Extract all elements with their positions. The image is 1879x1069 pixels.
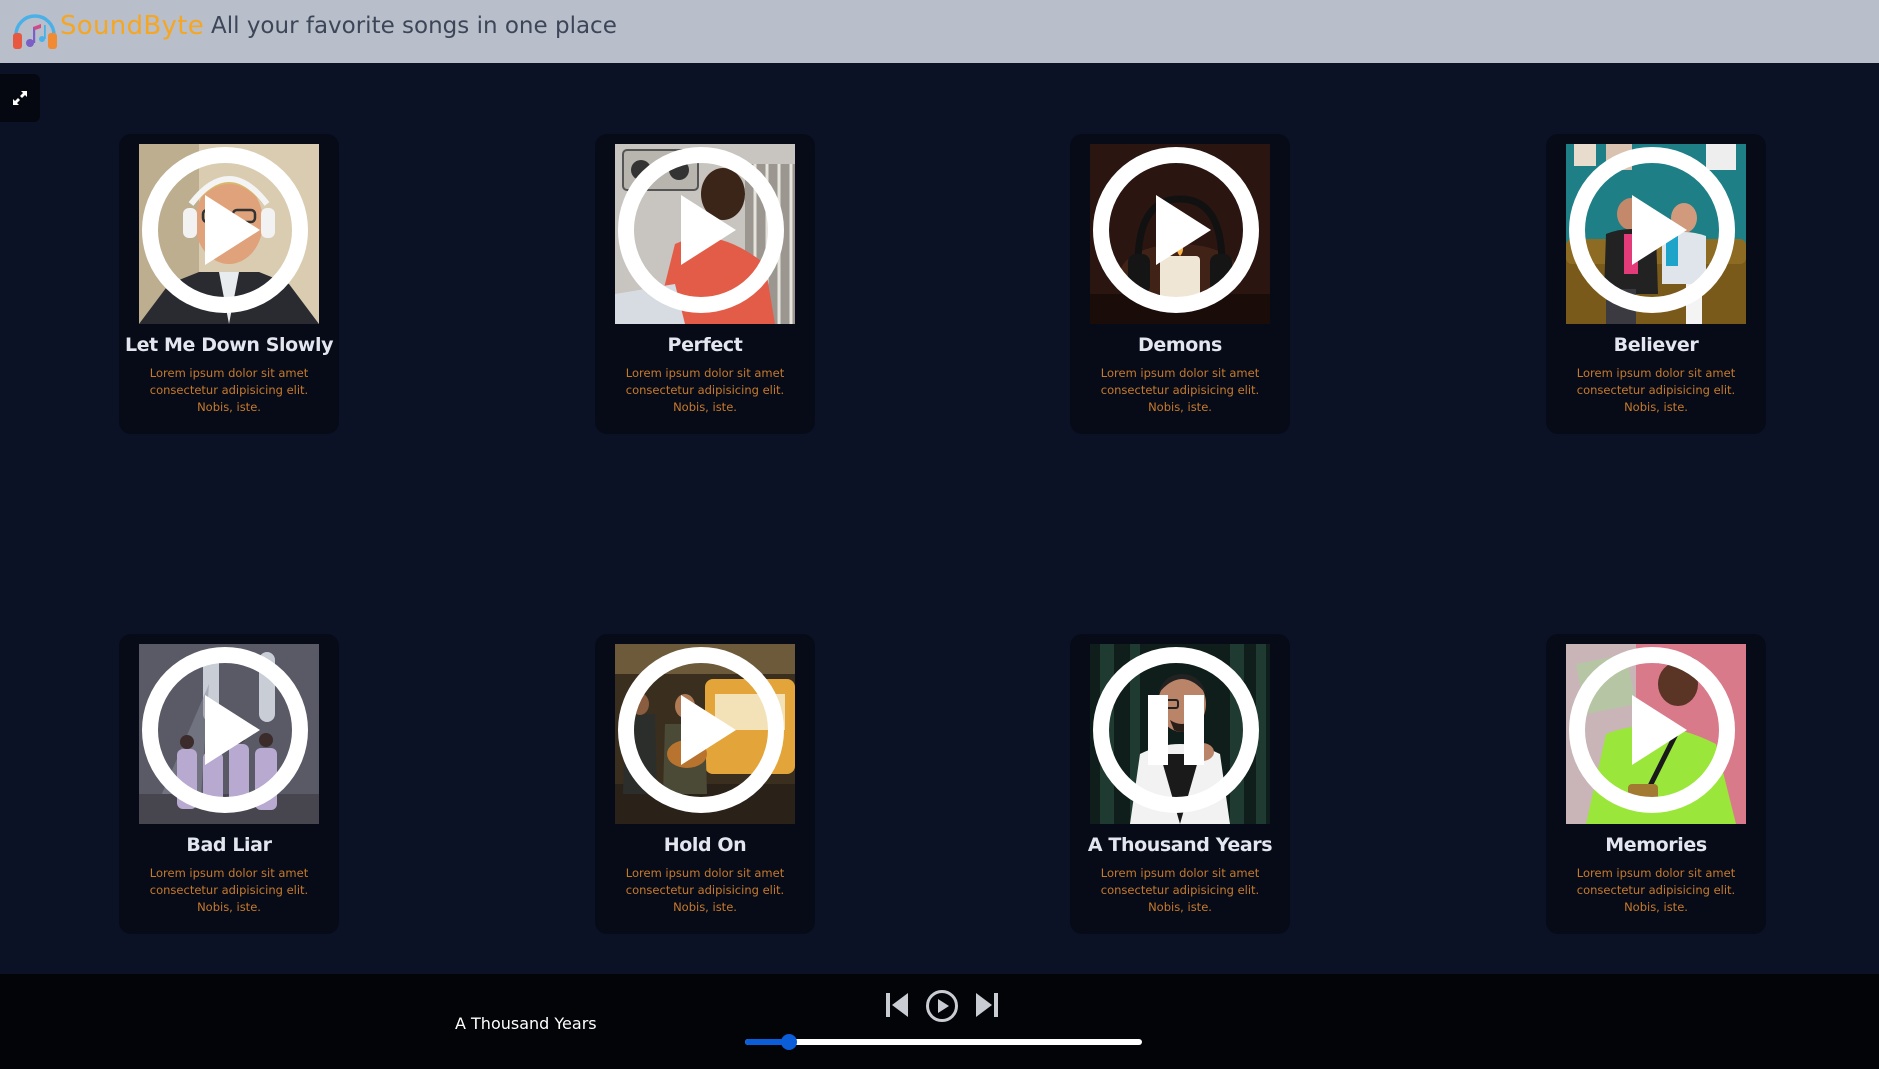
song-card[interactable]: A Thousand Years Lorem ipsum dolor sit a…: [1070, 634, 1290, 934]
pause-icon[interactable]: [1090, 644, 1266, 820]
song-card[interactable]: Demons Lorem ipsum dolor sit amet consec…: [1070, 134, 1290, 434]
album-art[interactable]: [1090, 144, 1270, 324]
song-card[interactable]: Perfect Lorem ipsum dolor sit amet conse…: [595, 134, 815, 434]
album-art[interactable]: [1090, 644, 1270, 824]
song-title: Demons: [1138, 334, 1222, 356]
app-header: SoundByte All your favorite songs in one…: [0, 0, 1879, 63]
song-description: Lorem ipsum dolor sit amet consectetur a…: [625, 366, 785, 414]
album-art[interactable]: [1566, 144, 1746, 324]
album-art[interactable]: [139, 644, 319, 824]
album-art[interactable]: [615, 144, 795, 324]
song-description: Lorem ipsum dolor sit amet consectetur a…: [1576, 866, 1736, 914]
play-icon[interactable]: [1566, 144, 1742, 320]
song-card[interactable]: Hold On Lorem ipsum dolor sit amet conse…: [595, 634, 815, 934]
song-card[interactable]: Let Me Down Slowly Lorem ipsum dolor sit…: [119, 134, 339, 434]
play-icon[interactable]: [615, 644, 791, 820]
play-icon[interactable]: [615, 144, 791, 320]
song-title: Believer: [1613, 334, 1699, 356]
tagline: All your favorite songs in one place: [211, 13, 617, 39]
song-card[interactable]: Bad Liar Lorem ipsum dolor sit amet cons…: [119, 634, 339, 934]
song-title: Hold On: [663, 834, 747, 856]
play-icon[interactable]: [1090, 144, 1266, 320]
song-title: Bad Liar: [186, 834, 272, 856]
song-title: Let Me Down Slowly: [124, 334, 334, 356]
player-bar: A Thousand Years: [0, 974, 1879, 1069]
play-icon[interactable]: [1566, 644, 1742, 820]
song-card[interactable]: Memories Lorem ipsum dolor sit amet cons…: [1546, 634, 1766, 934]
next-icon[interactable]: [974, 990, 1000, 1020]
album-art[interactable]: [615, 644, 795, 824]
brand-name[interactable]: SoundByte: [60, 11, 204, 41]
progress-bar[interactable]: [745, 1034, 1142, 1050]
now-playing-title: A Thousand Years: [455, 1014, 597, 1033]
song-description: Lorem ipsum dolor sit amet consectetur a…: [1100, 866, 1260, 914]
previous-icon[interactable]: [884, 990, 910, 1020]
song-description: Lorem ipsum dolor sit amet consectetur a…: [1100, 366, 1260, 414]
song-card[interactable]: Believer Lorem ipsum dolor sit amet cons…: [1546, 134, 1766, 434]
song-description: Lorem ipsum dolor sit amet consectetur a…: [149, 866, 309, 914]
song-grid: Let Me Down Slowly Lorem ipsum dolor sit…: [0, 63, 1879, 974]
album-art[interactable]: [1566, 644, 1746, 824]
song-title: Memories: [1605, 834, 1707, 856]
progress-thumb[interactable]: [781, 1034, 797, 1050]
song-description: Lorem ipsum dolor sit amet consectetur a…: [149, 366, 309, 414]
play-icon[interactable]: [139, 144, 315, 320]
song-description: Lorem ipsum dolor sit amet consectetur a…: [625, 866, 785, 914]
headphones-logo-icon: [13, 14, 57, 49]
song-title: Perfect: [667, 334, 743, 356]
song-description: Lorem ipsum dolor sit amet consectetur a…: [1576, 366, 1736, 414]
album-art[interactable]: [139, 144, 319, 324]
song-title: A Thousand Years: [1087, 834, 1273, 856]
play-icon[interactable]: [139, 644, 315, 820]
play-icon[interactable]: [925, 989, 959, 1023]
